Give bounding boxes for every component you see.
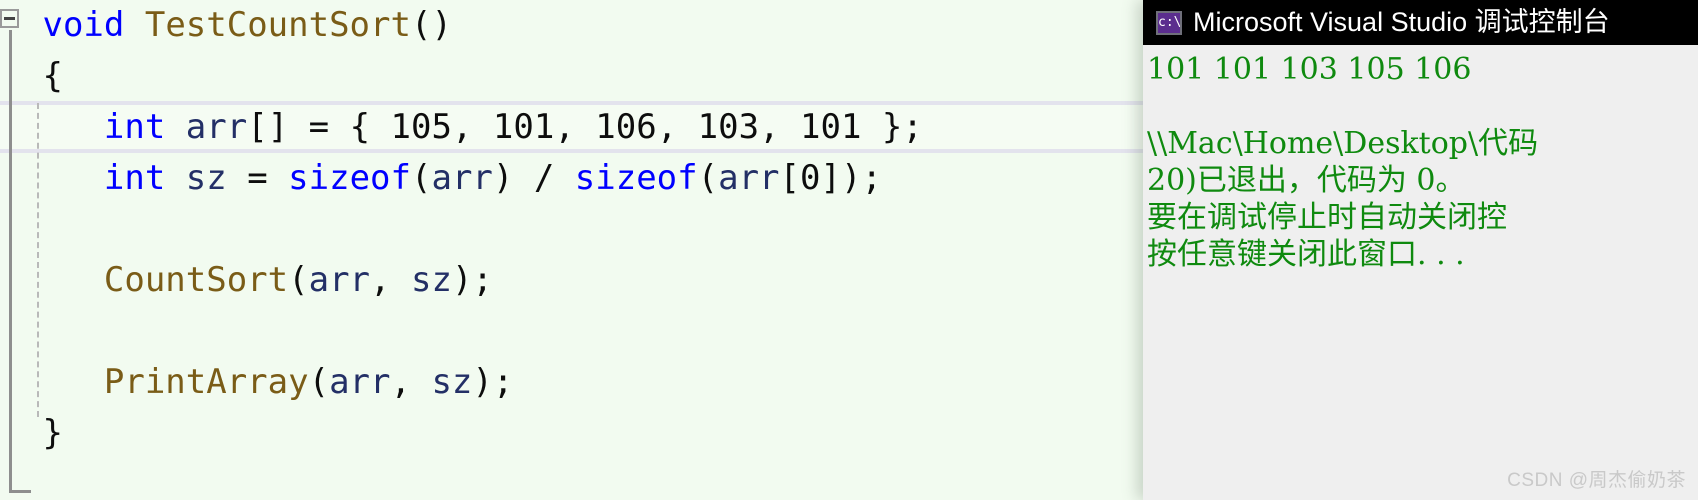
code-token: void	[42, 5, 125, 45]
code-token: arr	[718, 158, 780, 198]
code-token: TestCountSort	[144, 5, 411, 45]
scope-bracket-foot	[9, 490, 31, 493]
code-token: (	[697, 158, 719, 198]
console-output-line: \\Mac\Home\Desktop\代码	[1147, 126, 1539, 161]
code-token: 106	[595, 107, 657, 147]
code-token: =	[226, 158, 289, 198]
code-token: arr	[431, 158, 493, 198]
code-token: ,	[554, 107, 596, 147]
code-token: 105	[390, 107, 452, 147]
code-token: };	[861, 107, 923, 147]
code-token: ,	[759, 107, 801, 147]
code-line[interactable]: {	[22, 51, 1222, 102]
code-token: CountSort	[103, 260, 289, 300]
code-token: ()	[410, 5, 452, 45]
code-token: [	[779, 158, 801, 198]
code-token: [] = {	[247, 107, 391, 147]
code-token: (	[288, 260, 309, 300]
console-window-title: Microsoft Visual Studio 调试控制台	[1193, 7, 1610, 37]
code-token: 103	[697, 107, 760, 147]
console-output-line: 按任意键关闭此窗口. . .	[1147, 237, 1465, 272]
code-token: ,	[451, 107, 493, 147]
code-line[interactable]: }	[22, 408, 1222, 459]
code-line[interactable]: PrintArray(arr, sz);	[22, 357, 1222, 408]
console-output-line: 101 101 103 105 106	[1147, 52, 1472, 87]
code-token: ,	[390, 362, 432, 402]
csdn-watermark: CSDN @周杰偷奶茶	[1507, 470, 1686, 491]
code-token: sizeof	[288, 158, 411, 198]
code-token: );	[472, 362, 514, 402]
code-line[interactable]	[22, 306, 1222, 357]
command-prompt-icon: c:\	[1156, 10, 1182, 35]
debug-console-window[interactable]: c:\ Microsoft Visual Studio 调试控制台 101 10…	[1143, 0, 1698, 500]
code-token: ,	[370, 260, 411, 300]
command-prompt-glyph: c:\	[1158, 14, 1182, 30]
scope-bracket-line	[9, 30, 12, 493]
code-token: 101	[800, 107, 862, 147]
code-line[interactable]: int sz = sizeof(arr) / sizeof(arr[0]);	[22, 153, 1222, 204]
outlining-margin[interactable]	[0, 0, 31, 500]
code-token: sizeof	[574, 158, 698, 198]
code-token: PrintArray	[103, 362, 309, 402]
console-title-bar[interactable]: c:\ Microsoft Visual Studio 调试控制台	[1143, 0, 1698, 45]
minus-glyph	[4, 17, 15, 20]
code-token: ) /	[492, 158, 575, 198]
console-output-line: 要在调试停止时自动关闭控	[1147, 200, 1507, 235]
code-token: 101	[492, 107, 555, 147]
code-token: sz	[410, 260, 452, 300]
code-line[interactable]: void TestCountSort()	[22, 0, 1222, 51]
code-token: }	[42, 413, 63, 453]
code-token: int	[103, 158, 166, 198]
code-token: int	[103, 107, 166, 147]
code-line[interactable]	[22, 204, 1222, 255]
code-line[interactable]: CountSort(arr, sz);	[22, 255, 1222, 306]
code-token: arr	[329, 362, 391, 402]
code-token: );	[451, 260, 493, 300]
console-output-text[interactable]: 101 101 103 105 106 \\Mac\Home\Desktop\代…	[1143, 45, 1698, 500]
code-line[interactable]: int arr[] = { 105, 101, 106, 103, 101 };	[22, 102, 1222, 153]
code-token: sz	[431, 362, 473, 402]
code-token: arr	[185, 107, 248, 147]
collapse-region-minus-icon[interactable]	[0, 9, 19, 28]
code-text-area[interactable]: void TestCountSort() { int arr[] = { 105…	[22, 0, 1222, 459]
code-token: 0	[800, 158, 821, 198]
code-token: (	[308, 362, 330, 402]
code-token: arr	[308, 260, 371, 300]
code-token: (	[411, 158, 432, 198]
code-token: ,	[656, 107, 698, 147]
code-token: ]);	[820, 158, 882, 198]
console-output-line: 20)已退出，代码为 0。	[1147, 163, 1466, 198]
code-token: {	[42, 56, 63, 96]
code-token: sz	[185, 158, 227, 198]
